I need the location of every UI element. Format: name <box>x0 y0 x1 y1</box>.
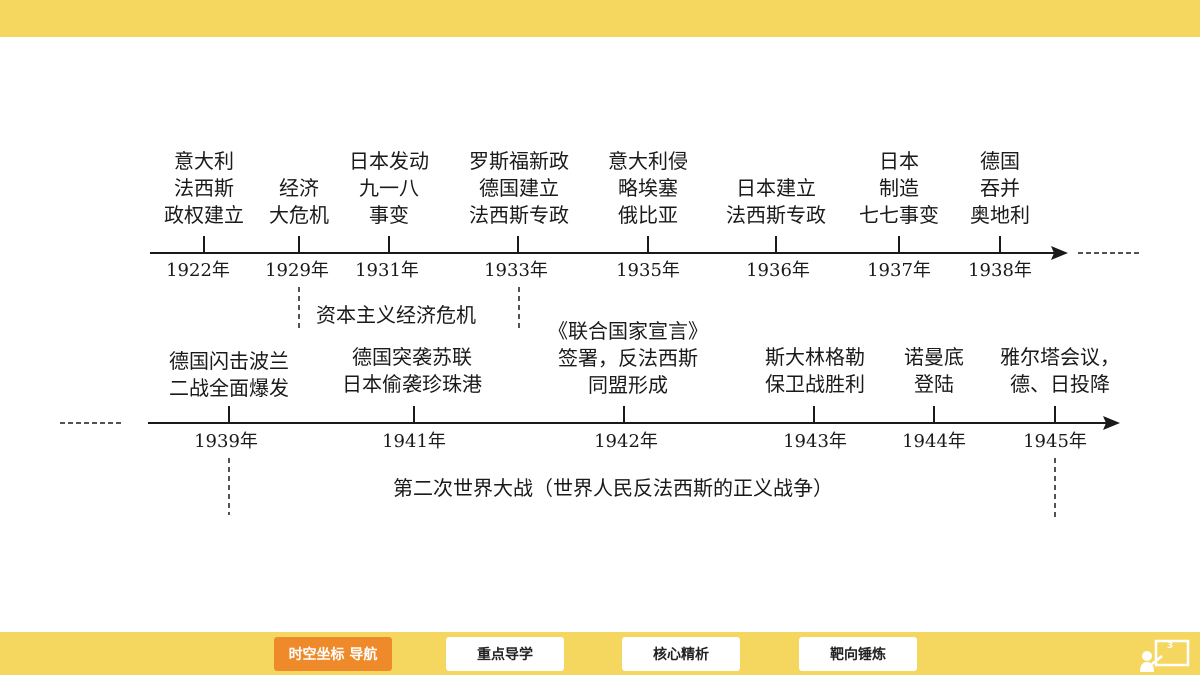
event-1942: 《联合国家宣言》 签署，反法西斯 同盟形成 <box>548 319 708 397</box>
year-1933: 1933年 <box>484 260 548 281</box>
year-1942: 1942年 <box>594 431 658 452</box>
event-1935: 意大利侵 略埃塞 俄比亚 <box>608 149 688 227</box>
tab-core-analysis[interactable]: 核心精析 <box>622 637 740 671</box>
bottom-nav-bar <box>0 632 1200 675</box>
event-1929: 经济 大危机 <box>269 176 329 227</box>
period-label-economic-crisis: 资本主义经济危机 <box>316 303 476 327</box>
year-1929: 1929年 <box>265 260 329 281</box>
year-1937: 1937年 <box>867 260 931 281</box>
tab-timeline-navigation[interactable]: 时空坐标 导航 <box>274 637 392 671</box>
year-1935: 1935年 <box>616 260 680 281</box>
event-1936: 日本建立 法西斯专政 <box>726 176 826 227</box>
year-1944: 1944年 <box>902 431 966 452</box>
year-1922: 1922年 <box>166 260 230 281</box>
event-1941: 德国突袭苏联 日本偷袭珍珠港 <box>342 345 482 396</box>
year-1936: 1936年 <box>746 260 810 281</box>
tab-key-guide[interactable]: 重点导学 <box>446 637 564 671</box>
year-1945: 1945年 <box>1023 431 1087 452</box>
event-1945: 雅尔塔会议， 德、日投降 <box>1000 345 1120 396</box>
period-label-ww2: 第二次世界大战（世界人民反法西斯的正义战争） <box>393 476 833 500</box>
event-1939: 德国闪击波兰 二战全面爆发 <box>169 349 289 400</box>
tab-targeted-practice[interactable]: 靶向锤炼 <box>799 637 917 671</box>
event-1933: 罗斯福新政 德国建立 法西斯专政 <box>469 149 569 227</box>
year-1938: 1938年 <box>968 260 1032 281</box>
year-1931: 1931年 <box>355 260 419 281</box>
year-1943: 1943年 <box>783 431 847 452</box>
event-1944: 诺曼底 登陆 <box>904 345 964 396</box>
event-1943: 斯大林格勒 保卫战胜利 <box>765 345 865 396</box>
event-1922: 意大利 法西斯 政权建立 <box>164 149 244 227</box>
year-1941: 1941年 <box>382 431 446 452</box>
year-1939: 1939年 <box>194 431 258 452</box>
event-1937: 日本 制造 七七事变 <box>859 149 939 227</box>
event-1931: 日本发动 九一八 事变 <box>349 149 429 227</box>
page-number: 3 <box>1166 641 1174 651</box>
event-1938: 德国 吞并 奥地利 <box>970 149 1030 227</box>
